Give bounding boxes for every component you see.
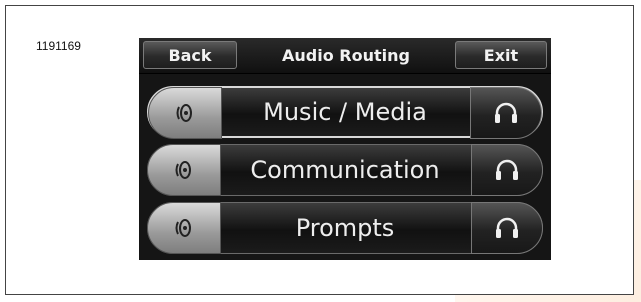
audio-routing-screen: Back Audio Routing Exit Music / Media Co… (139, 38, 551, 260)
headphones-icon (495, 102, 517, 123)
route-label: Music / Media (263, 98, 427, 126)
route-row-prompts: Prompts (147, 202, 543, 254)
back-button[interactable]: Back (143, 41, 237, 69)
headphones-button-prompts[interactable] (471, 202, 543, 254)
figure-id: 1191169 (36, 39, 81, 53)
speaker-icon (175, 219, 191, 237)
route-row-communication: Communication (147, 144, 543, 196)
route-row-music-media: Music / Media (147, 86, 543, 139)
exit-button[interactable]: Exit (455, 41, 547, 69)
headphones-button-communication[interactable] (471, 144, 543, 196)
headphones-icon (496, 159, 518, 180)
headphones-button-music-media[interactable] (470, 87, 542, 139)
route-label: Prompts (295, 214, 395, 242)
speaker-button-prompts[interactable] (147, 202, 221, 254)
speaker-button-communication[interactable] (147, 144, 221, 196)
speaker-button-music-media[interactable] (148, 87, 222, 139)
screen-title: Audio Routing (282, 46, 410, 65)
speaker-icon (175, 161, 191, 179)
route-label: Communication (250, 156, 440, 184)
headphones-icon (496, 217, 518, 238)
speaker-icon (176, 104, 192, 122)
top-bar: Back Audio Routing Exit (139, 38, 551, 74)
